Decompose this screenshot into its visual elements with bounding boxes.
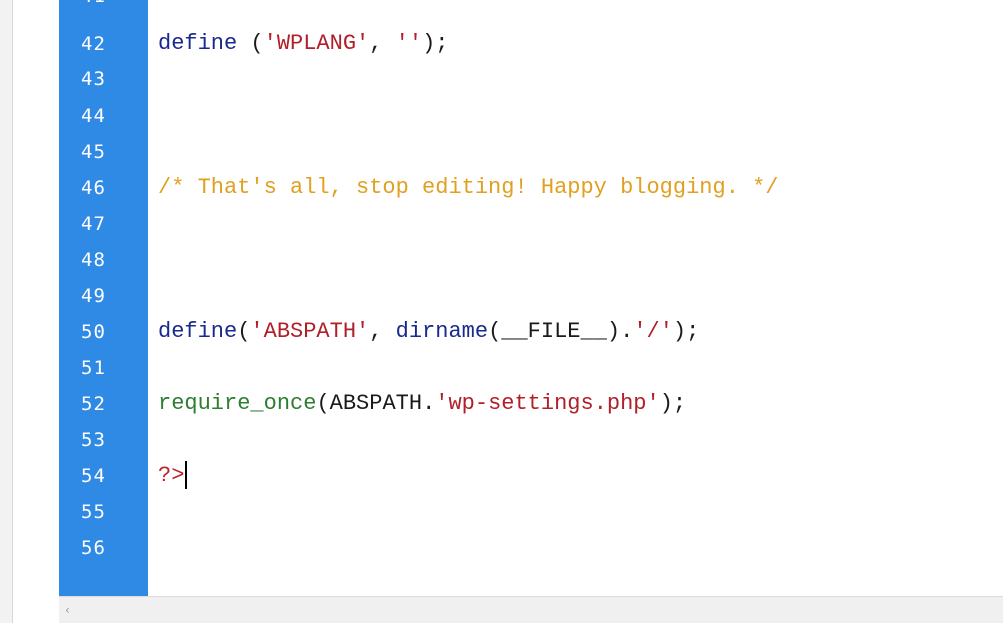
line-number: 51	[81, 357, 106, 379]
code-token-punct: (	[316, 391, 330, 416]
line-number: 49	[81, 285, 106, 307]
code-token-punct: );	[422, 31, 449, 56]
code-token-punct: ,	[369, 319, 396, 344]
scroll-left-arrow-icon[interactable]: ‹	[65, 603, 77, 617]
line-number: 46	[81, 177, 106, 199]
code-token-function: define	[158, 319, 238, 344]
line-number: 42	[81, 33, 106, 55]
line-number: 45	[81, 141, 106, 163]
code-token-punct: );	[672, 319, 700, 344]
code-token-string: '/'	[633, 319, 673, 344]
code-token-string: 'WPLANG'	[263, 31, 370, 56]
left-panel-edge	[0, 0, 13, 623]
code-editor-window: 41 42 43 44 45 46 47 48 49 50 51 52 53 5…	[0, 0, 1003, 623]
line-number: 50	[81, 321, 106, 343]
code-token-argument: (__FILE__)	[488, 319, 621, 344]
line-number: 48	[81, 249, 106, 271]
code-token-string: 'wp-settings.php'	[435, 391, 660, 416]
line-number: 55	[81, 501, 106, 523]
code-line-50[interactable]: define('ABSPATH', dirname(__FILE__).'/')…	[158, 314, 699, 350]
code-token-function: define	[158, 31, 238, 56]
code-text-area[interactable]: define ('WPLANG', ''); /* That's all, st…	[148, 0, 1003, 596]
code-token-punct: .	[422, 391, 436, 416]
line-number: 56	[81, 537, 106, 559]
code-line-52[interactable]: require_once(ABSPATH.'wp-settings.php');	[158, 386, 686, 422]
code-token-string: ''	[395, 31, 423, 56]
line-number: 54	[81, 465, 106, 487]
line-number: 43	[81, 68, 106, 90]
code-token-punct: .	[620, 319, 634, 344]
code-token-punct: );	[659, 391, 687, 416]
code-token-constant: ABSPATH	[329, 391, 423, 416]
text-caret	[185, 461, 188, 490]
code-token-keyword: require_once	[158, 391, 317, 416]
code-token-string: 'ABSPATH'	[250, 319, 370, 344]
code-token-comment: /* That's all, stop editing! Happy blogg…	[158, 175, 779, 200]
line-number: 52	[81, 393, 106, 415]
line-number: 47	[81, 213, 106, 235]
code-token-punct: ,	[369, 31, 396, 56]
line-number: 44	[81, 105, 106, 127]
code-token-function: dirname	[395, 319, 489, 344]
horizontal-scrollbar[interactable]: ‹	[59, 596, 1003, 623]
code-token-punct: (	[237, 31, 264, 56]
code-token-punct: (	[237, 319, 251, 344]
code-token-php-close-tag: ?>	[158, 463, 185, 488]
line-number-gutter: 41 42 43 44 45 46 47 48 49 50 51 52 53 5…	[59, 0, 148, 596]
code-line-42[interactable]: define ('WPLANG', '');	[158, 26, 448, 62]
line-number: 41	[81, 0, 121, 14]
code-line-54[interactable]: ?>	[158, 458, 188, 494]
code-line-46[interactable]: /* That's all, stop editing! Happy blogg…	[158, 170, 779, 206]
line-number: 53	[81, 429, 106, 451]
